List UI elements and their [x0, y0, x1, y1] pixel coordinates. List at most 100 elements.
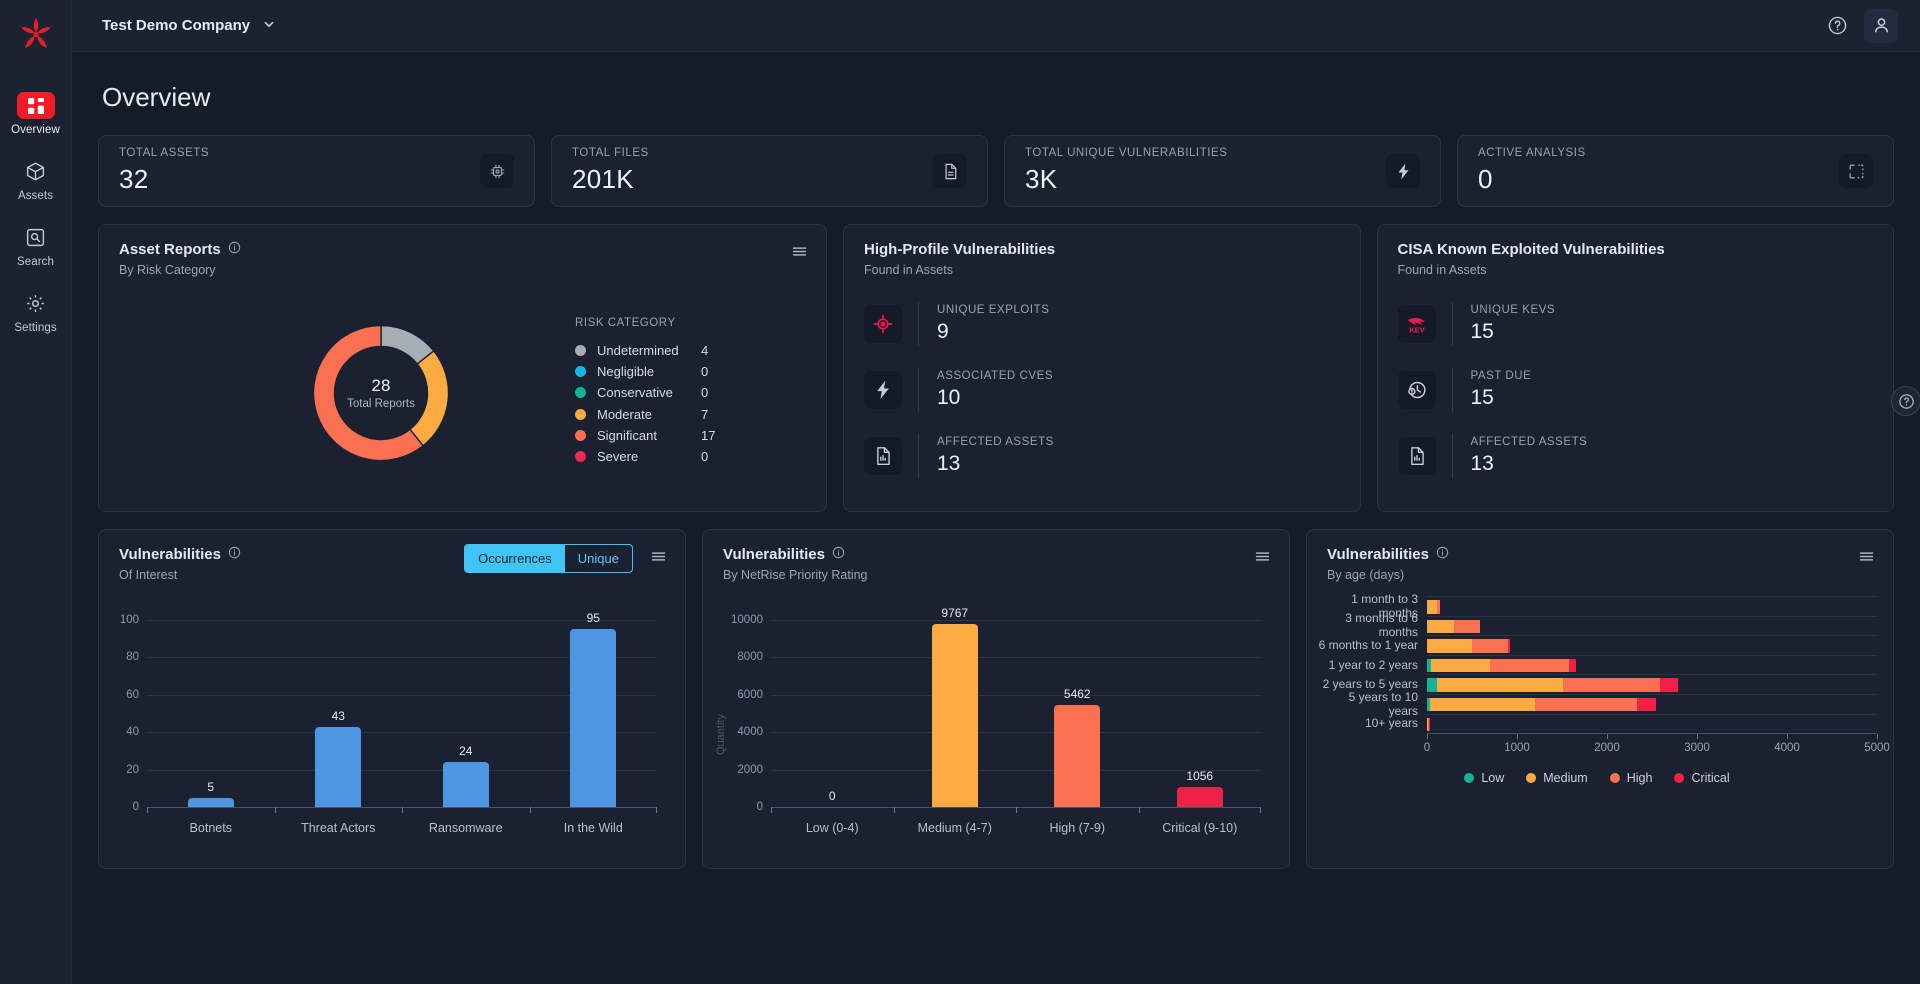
vulnerabilities-of-interest-panel: Vulnerabilities Of Interest Occurrences: [98, 529, 686, 869]
gear-icon: [17, 290, 55, 317]
age-bar-row[interactable]: 5 years to 10 years: [1317, 690, 1877, 718]
kpi-value: 13: [1470, 452, 1494, 475]
bar[interactable]: [570, 629, 617, 807]
age-bar-segment-high[interactable]: [1471, 639, 1508, 653]
stat-card-active-analysis[interactable]: ACTIVE ANALYSIS 0: [1457, 135, 1894, 207]
legend-row[interactable]: Undetermined 4: [575, 339, 715, 360]
kpi-value: 15: [1470, 386, 1494, 409]
bar[interactable]: [442, 762, 489, 807]
x-axis-tick-label: 1000: [1504, 742, 1530, 755]
legend-item[interactable]: High: [1609, 771, 1652, 785]
age-bar-row[interactable]: 1 year to 2 years: [1317, 654, 1877, 675]
legend-row[interactable]: Negligible 0: [575, 361, 715, 382]
hamburger-menu-icon[interactable]: [1254, 548, 1271, 570]
legend-row[interactable]: Conservative 0: [575, 382, 715, 403]
age-bar-row[interactable]: 6 months to 1 year: [1317, 635, 1877, 655]
x-axis-tick-label: Medium (4-7): [917, 821, 992, 835]
y-axis-tick-label: 80: [126, 651, 139, 664]
npr-bar-chart[interactable]: 0 2000 4000 6000 8000 10000 0 Low (0-4) 9767 Medi…: [715, 598, 1275, 853]
legend-color-dot: [575, 365, 586, 377]
help-circle-icon[interactable]: [1820, 9, 1854, 43]
x-axis-tick: [1787, 734, 1788, 740]
bar-value-label: 24: [459, 744, 473, 759]
x-axis-tick: [1877, 734, 1878, 740]
info-icon[interactable]: [228, 546, 241, 563]
age-bar-track: [1427, 635, 1877, 655]
legend-value: 0: [701, 363, 709, 379]
svg-text:KEV: KEV: [1409, 325, 1426, 334]
sidebar-item-assets[interactable]: Assets: [0, 158, 72, 202]
hamburger-menu-icon[interactable]: [650, 548, 667, 570]
age-row-label: 6 months to 1 year: [1318, 637, 1418, 652]
toggle-unique[interactable]: Unique: [565, 545, 632, 572]
age-bar-track: [1427, 713, 1877, 734]
sidebar-item-overview[interactable]: Overview: [0, 92, 72, 136]
user-icon[interactable]: [1864, 8, 1898, 43]
legend-color-dot: [1674, 773, 1685, 784]
legend-color-dot: [1526, 773, 1537, 784]
bar[interactable]: [1176, 787, 1223, 807]
sidebar-item-search[interactable]: Search: [0, 224, 72, 268]
legend-item[interactable]: Medium: [1526, 771, 1588, 785]
help-circle-icon[interactable]: [1891, 386, 1920, 416]
stat-value: 3K: [1025, 164, 1058, 194]
age-bar-segment-critical[interactable]: [1660, 678, 1679, 692]
age-bar-segment-low[interactable]: [1427, 678, 1437, 692]
age-bar-row[interactable]: 3 months to 6 months: [1317, 611, 1877, 639]
age-bar-segment-high[interactable]: [1535, 697, 1637, 712]
legend-item[interactable]: Critical: [1674, 771, 1730, 785]
info-icon[interactable]: [228, 241, 241, 258]
age-bar-segment-critical[interactable]: [1636, 697, 1657, 712]
donut-segment-moderate[interactable]: [409, 349, 450, 447]
sidebar-item-settings[interactable]: Settings: [0, 290, 72, 334]
asset-reports-title: Asset Reports: [119, 241, 221, 258]
grid-icon: [16, 92, 55, 119]
stat-card-total-unique-vulnerabilities[interactable]: TOTAL UNIQUE VULNERABILITIES 3K: [1004, 135, 1441, 207]
stat-label: TOTAL UNIQUE VULNERABILITIES: [1025, 147, 1228, 159]
bar[interactable]: [931, 624, 978, 807]
age-bar-segment-high[interactable]: [1562, 678, 1661, 692]
stat-card-total-files[interactable]: TOTAL FILES 201K: [551, 135, 988, 207]
age-stacked-bar-chart[interactable]: 1 month to 3 months 3 months to 6 months 6…: [1317, 592, 1890, 826]
bar-value-label: 5462: [1063, 686, 1091, 701]
hamburger-menu-icon[interactable]: [791, 243, 808, 265]
age-bar-segment-critical[interactable]: [1507, 639, 1510, 653]
bar[interactable]: [1054, 704, 1101, 807]
stat-card-total-assets[interactable]: TOTAL ASSETS 32: [98, 135, 535, 207]
age-bar-segment-medium[interactable]: [1429, 697, 1535, 712]
legend-item[interactable]: Low: [1464, 771, 1504, 785]
age-bar-segment-high[interactable]: [1454, 619, 1481, 634]
hamburger-menu-icon[interactable]: [1858, 548, 1875, 570]
occurrences-unique-toggle[interactable]: Occurrences Unique: [464, 544, 633, 573]
age-bar-segment-critical[interactable]: [1569, 658, 1577, 673]
x-axis-tick: [771, 807, 772, 813]
age-bar-segment-high[interactable]: [1436, 600, 1441, 614]
of-interest-bar-chart[interactable]: 0 20 40 60 80 100 5 Botnets 43 Threat Actors 24 Ran…: [113, 598, 671, 853]
toggle-occurrences[interactable]: Occurrences: [465, 545, 565, 572]
age-bar-segment-medium[interactable]: [1427, 619, 1455, 634]
age-bar-segment-medium[interactable]: [1430, 658, 1490, 673]
age-bar-segment-medium[interactable]: [1436, 678, 1563, 692]
company-switcher[interactable]: Test Demo Company: [102, 17, 276, 34]
legend-row[interactable]: Significant 17: [575, 425, 715, 446]
info-icon[interactable]: [832, 546, 845, 563]
age-bar-row[interactable]: 10+ years: [1317, 713, 1877, 734]
panel-title: Vulnerabilities: [723, 546, 1269, 563]
netrise-logo[interactable]: [13, 12, 59, 58]
bar[interactable]: [315, 726, 362, 807]
panel-title: CISA Known Exploited Vulnerabilities: [1398, 241, 1874, 258]
legend-color-dot: [575, 451, 586, 463]
age-bar-segment-high[interactable]: [1490, 658, 1570, 673]
risk-category-donut[interactable]: 28 Total Reports: [307, 319, 455, 467]
vuln-age-title: Vulnerabilities: [1327, 546, 1429, 563]
x-axis-tick-label: In the Wild: [563, 821, 623, 835]
age-bar-segment-medium[interactable]: [1427, 600, 1437, 614]
bar[interactable]: [187, 797, 234, 807]
age-bar-segment-critical[interactable]: [1428, 717, 1430, 732]
legend-row[interactable]: Severe 0: [575, 446, 715, 467]
age-bar-track: [1427, 654, 1877, 675]
legend-row[interactable]: Moderate 7: [575, 404, 715, 425]
kpi-label: UNIQUE KEVS: [1470, 304, 1556, 316]
info-icon[interactable]: [1436, 546, 1449, 563]
age-bar-segment-medium[interactable]: [1427, 639, 1472, 653]
